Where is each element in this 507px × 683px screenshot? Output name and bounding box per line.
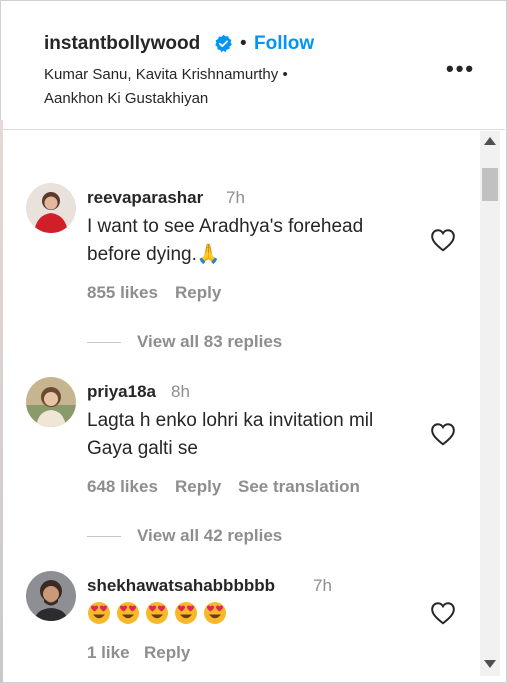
avatar-image — [26, 377, 76, 427]
comment-username[interactable]: priya18a — [87, 382, 156, 402]
heart-eyes-emoji-icon — [146, 602, 168, 624]
background-edge — [0, 120, 3, 683]
comment-time: 7h — [313, 576, 332, 595]
like-heart-icon[interactable] — [430, 601, 456, 625]
scrollbar-thumb[interactable] — [482, 168, 498, 201]
post-header: instantbollywood • Follow Kumar Sanu, Ka… — [0, 0, 505, 130]
avatar-image — [26, 183, 76, 233]
comment-likes[interactable]: 1 like — [87, 643, 130, 663]
replies-divider — [87, 536, 121, 537]
like-heart-icon[interactable] — [430, 228, 456, 252]
replies-divider — [87, 342, 121, 343]
scroll-down-arrow-icon[interactable] — [484, 660, 496, 668]
see-translation-button[interactable]: See translation — [238, 477, 360, 497]
comment-likes[interactable]: 855 likes — [87, 283, 158, 303]
view-replies-button[interactable]: View all 42 replies — [137, 526, 282, 546]
comment-time: 8h — [171, 382, 190, 401]
header-separator: • — [240, 33, 247, 54]
comment-text: I want to see Aradhya's forehead before … — [87, 216, 364, 265]
view-replies-button[interactable]: View all 83 replies — [137, 332, 282, 352]
scrollbar-track[interactable] — [480, 131, 500, 676]
comment-time: 7h — [226, 188, 245, 207]
avatar-image — [26, 571, 76, 621]
comment-username[interactable]: shekhawatsahabbbbbb — [87, 576, 275, 596]
post-username[interactable]: instantbollywood — [44, 33, 200, 55]
audio-track-label[interactable]: Kumar Sanu, Kavita Krishnamurthy • Aankh… — [44, 63, 344, 111]
avatar[interactable] — [26, 571, 76, 621]
comment-emoji-row — [87, 601, 227, 625]
heart-eyes-emoji-icon — [117, 602, 139, 624]
verified-badge-icon — [215, 34, 232, 53]
follow-button[interactable]: Follow — [254, 33, 314, 55]
reply-button[interactable]: Reply — [144, 643, 190, 663]
heart-eyes-emoji-icon — [204, 602, 226, 624]
heart-eyes-emoji-icon — [175, 602, 197, 624]
reply-button[interactable]: Reply — [175, 283, 221, 303]
comment-likes[interactable]: 648 likes — [87, 477, 158, 497]
reply-button[interactable]: Reply — [175, 477, 221, 497]
avatar[interactable] — [26, 377, 76, 427]
heart-eyes-emoji-icon — [88, 602, 110, 624]
scroll-up-arrow-icon[interactable] — [484, 137, 496, 145]
more-options-icon[interactable]: ••• — [446, 56, 475, 82]
comment-username[interactable]: reevaparashar — [87, 188, 203, 208]
avatar[interactable] — [26, 183, 76, 233]
comment-text: Lagta h enko lohri ka invitation mil Gay… — [87, 410, 374, 459]
like-heart-icon[interactable] — [430, 422, 456, 446]
